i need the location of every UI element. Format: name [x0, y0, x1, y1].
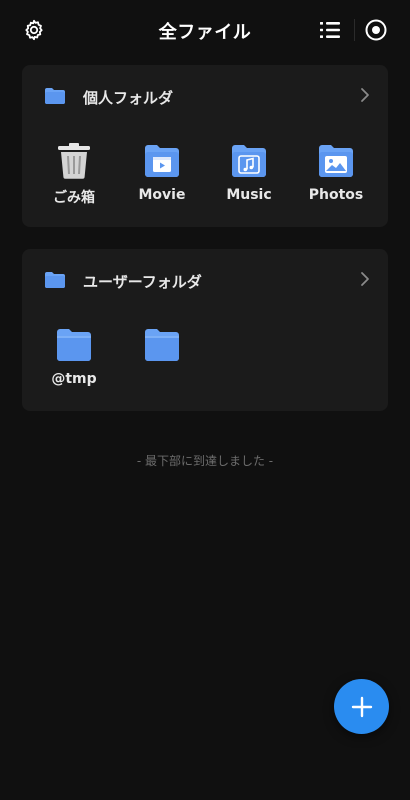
trash-item[interactable]: ごみ箱	[34, 141, 114, 207]
item-label: ごみ箱	[53, 190, 95, 206]
folder-icon	[45, 88, 65, 104]
photos-folder-icon	[319, 145, 353, 177]
item-label: Music	[226, 187, 272, 203]
page-title: 全ファイル	[158, 22, 252, 43]
plus-icon	[351, 696, 372, 717]
user-folder-card: ユーザーフォルダ @tmp	[22, 249, 388, 411]
user-folder-label: ユーザーフォルダ	[83, 273, 202, 291]
folder-icon	[57, 329, 91, 361]
music-folder-item[interactable]: Music	[209, 141, 289, 203]
chevron-right-icon	[361, 272, 369, 286]
select-button[interactable]	[362, 16, 390, 44]
end-of-list-text: - 最下部に到達しました -	[136, 454, 274, 468]
photos-folder-item[interactable]: Photos	[296, 141, 376, 203]
chevron-right-icon	[361, 88, 369, 102]
item-label: @tmp	[51, 371, 97, 387]
personal-folder-card: 個人フォルダ ごみ箱 Movie Music Photos	[22, 65, 388, 227]
tmp-folder-item[interactable]: @tmp	[34, 325, 114, 387]
top-bar: 全ファイル	[0, 0, 410, 60]
select-circle-icon	[365, 19, 387, 41]
folder-icon	[45, 272, 65, 288]
movie-folder-item[interactable]: Movie	[122, 141, 202, 203]
list-view-icon	[320, 22, 340, 38]
list-view-button[interactable]	[316, 16, 344, 44]
personal-folder-label: 個人フォルダ	[83, 89, 174, 107]
item-label: Photos	[308, 187, 364, 203]
header-divider	[354, 19, 355, 41]
folder-icon	[145, 329, 179, 361]
personal-folder-header[interactable]: 個人フォルダ	[22, 65, 388, 127]
trash-icon	[58, 143, 90, 179]
unnamed-folder-item[interactable]	[122, 325, 202, 371]
music-folder-icon	[232, 145, 266, 177]
add-button[interactable]	[334, 679, 389, 734]
movie-folder-icon	[145, 145, 179, 177]
item-label: Movie	[138, 187, 186, 203]
user-folder-header[interactable]: ユーザーフォルダ	[22, 249, 388, 311]
